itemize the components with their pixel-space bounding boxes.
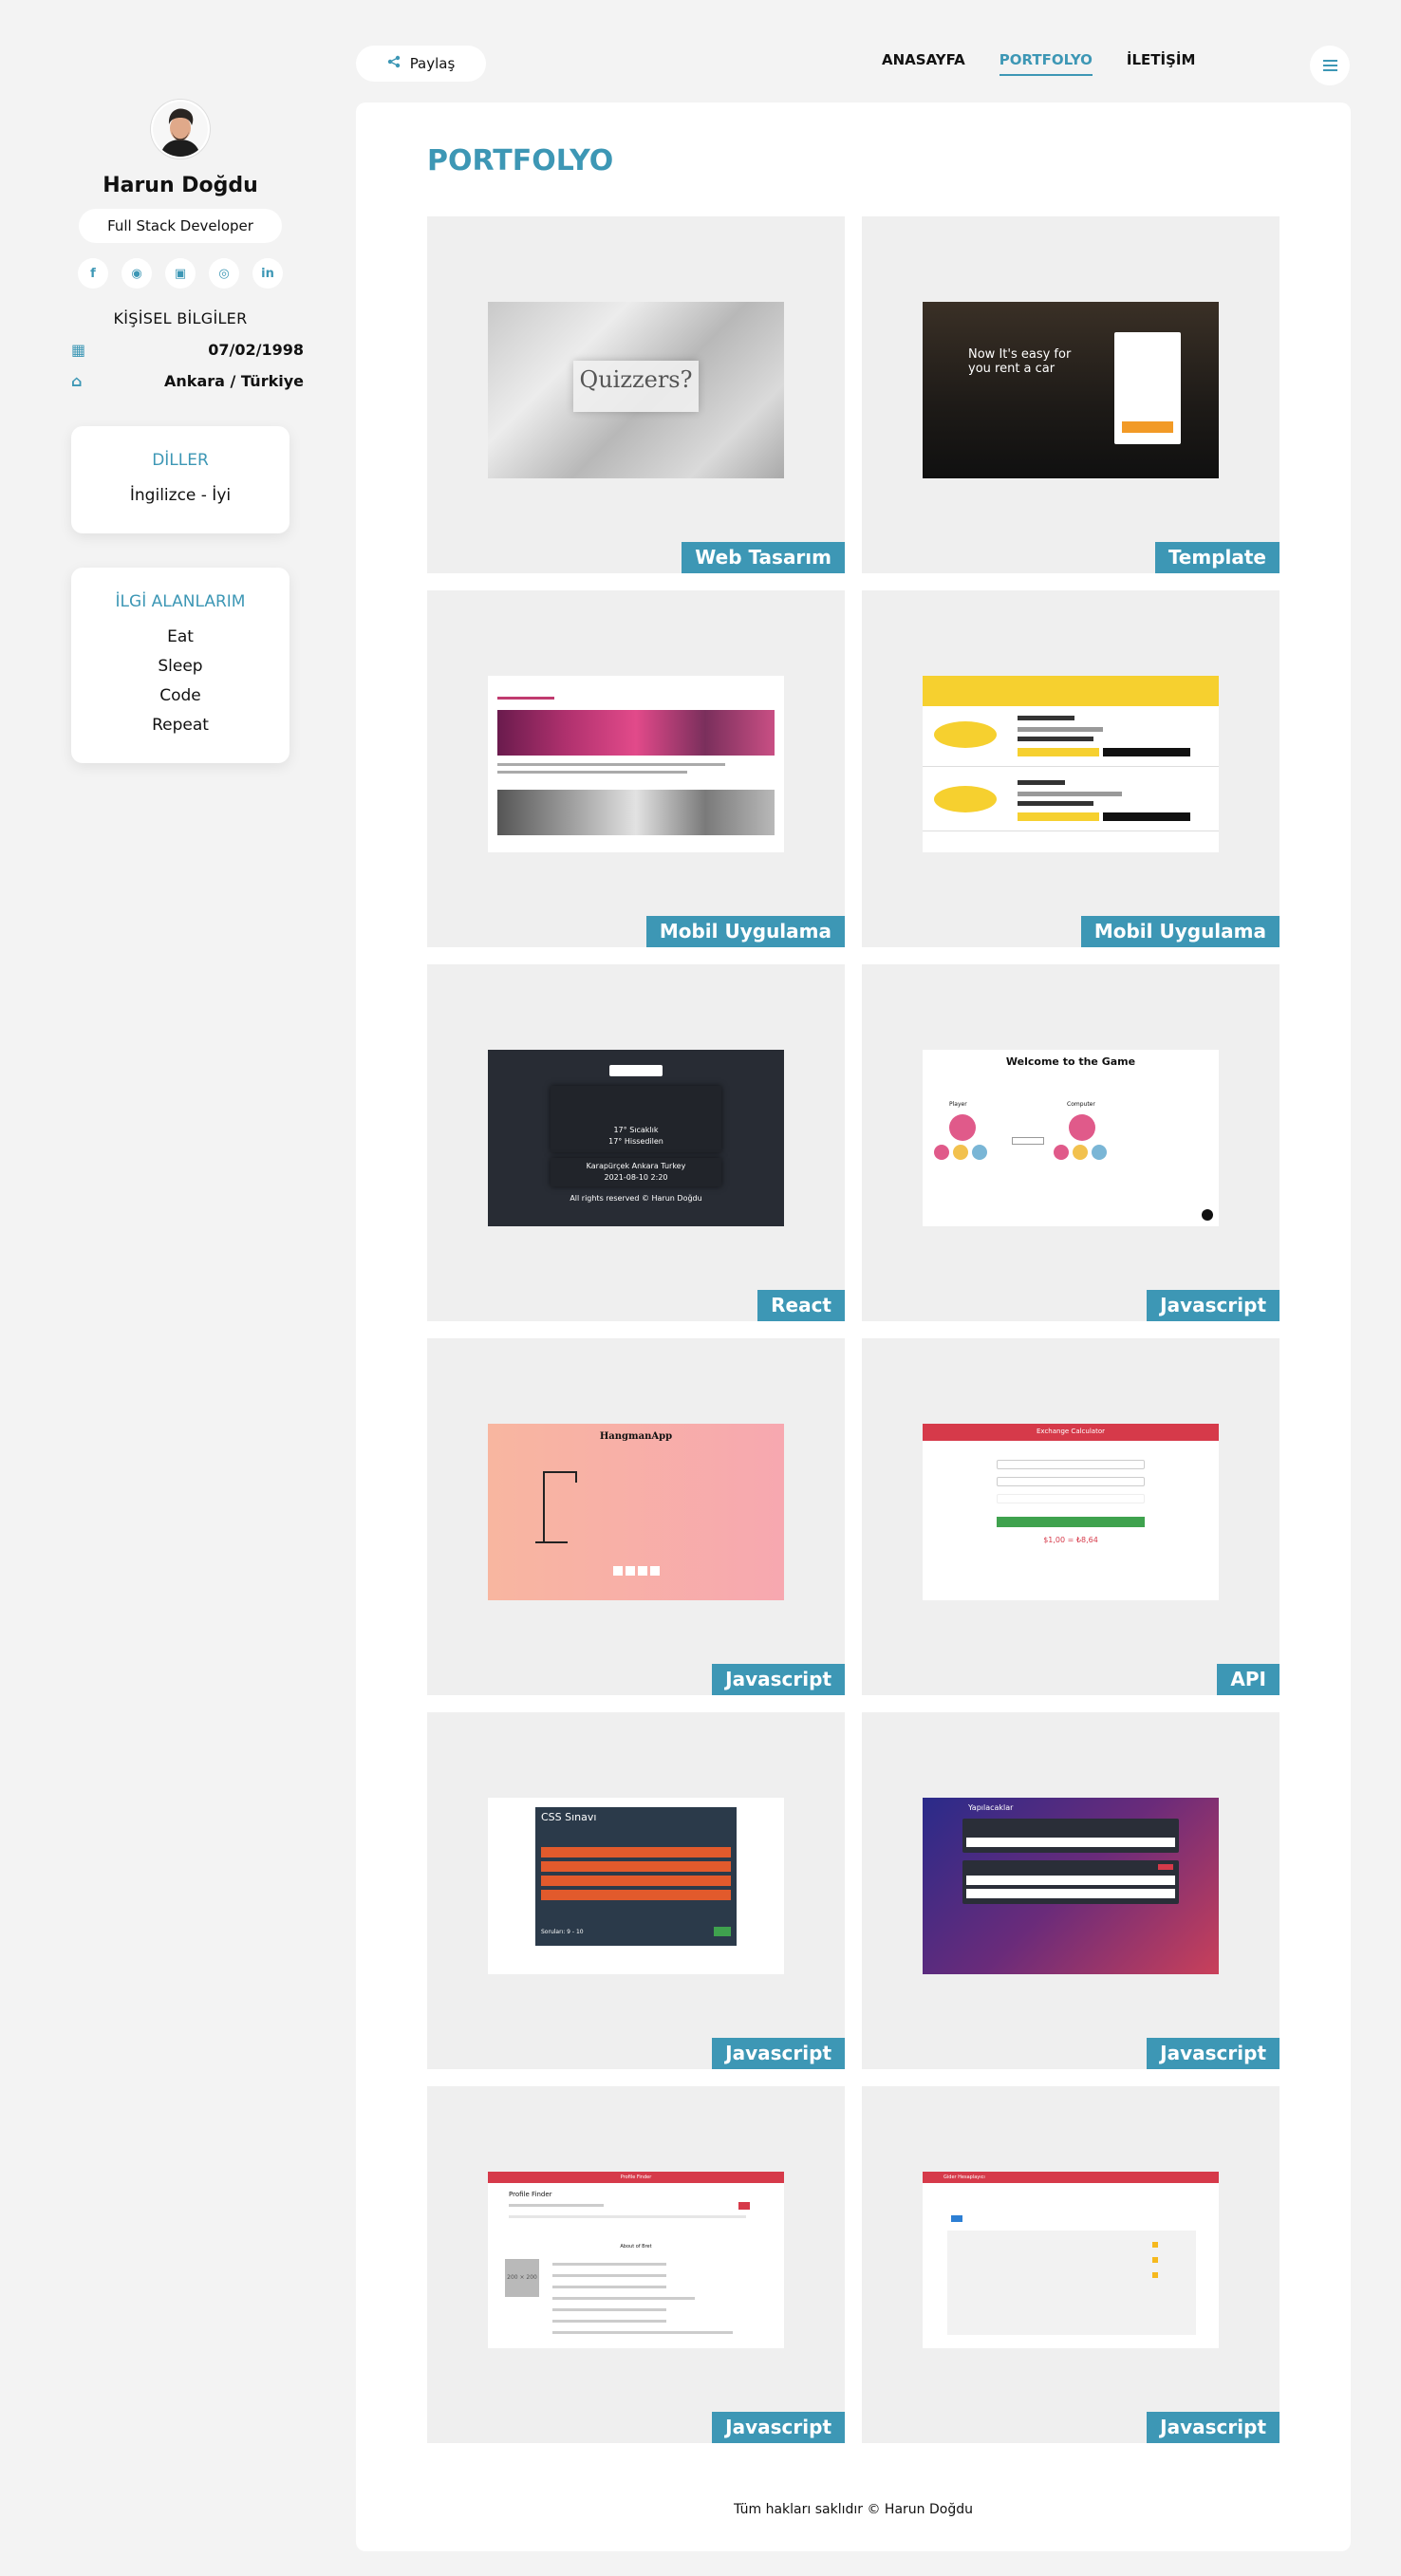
location-row: ⌂ Ankara / Türkiye (57, 372, 304, 390)
portfolio-tag: Javascript (1147, 2412, 1280, 2443)
portfolio-item[interactable]: Quizzers? Web Tasarım (427, 216, 845, 573)
birthdate-row: ▦ 07/02/1998 (57, 341, 304, 359)
quiz-logo: Quizzers? (573, 361, 699, 412)
budget-title: Gider Hesaplayıcı (943, 2175, 985, 2180)
portfolio-item[interactable]: 17° Sıcaklık 17° Hissedilen Karapürçek A… (427, 964, 845, 1321)
exchange-result: $1,00 = ₺8,64 (1043, 1536, 1098, 1544)
portfolio-item[interactable]: Mobil Uygulama (427, 590, 845, 947)
portfolio-tag: Javascript (712, 1664, 845, 1695)
share-label: Paylaş (409, 55, 456, 72)
interest-item: Sleep (158, 657, 203, 676)
interest-item: Eat (167, 627, 194, 646)
portfolio-tag: Mobil Uygulama (1080, 916, 1280, 947)
sidebar: Harun Doğdu Full Stack Developer f ◉ ▣ ◎… (57, 100, 304, 763)
weather-temp: 17° Sıcaklık (613, 1126, 659, 1134)
weather-location: Karapürçek Ankara Turkey (586, 1162, 686, 1170)
car-form (1114, 332, 1181, 444)
facebook-icon[interactable]: f (78, 258, 108, 289)
language-item: İngilizce - İyi (129, 486, 232, 505)
portfolio-tag: Web Tasarım (682, 542, 845, 573)
interest-item: Repeat (152, 716, 209, 735)
personal-info-title: KİŞİSEL BİLGİLER (113, 309, 248, 327)
profile-name: Harun Doğdu (103, 174, 258, 197)
profile-role: Full Stack Developer (79, 209, 282, 243)
project-screenshot-taxi (923, 676, 1219, 852)
hamburger-menu-icon[interactable] (1310, 46, 1350, 85)
languages-card: DİLLER İngilizce - İyi (71, 426, 290, 533)
portfolio-item[interactable]: Profile Finder Profile Finder About of B… (427, 2086, 845, 2443)
page-title: PORTFOLYO (427, 144, 614, 177)
project-screenshot-css-quiz: CSS Sınavı Soruları: 9 - 10 (488, 1798, 784, 1974)
twitter-icon[interactable]: ▣ (165, 258, 196, 289)
portfolio-item[interactable]: HangmanApp Javascript (427, 1338, 845, 1695)
avatar (151, 100, 210, 159)
footer-text: Tüm hakları saklıdır © Harun Doğdu (734, 2502, 973, 2517)
portfolio-item[interactable]: Yapılacaklar Javascript (862, 1712, 1280, 2069)
project-screenshot-weather: 17° Sıcaklık 17° Hissedilen Karapürçek A… (488, 1050, 784, 1226)
portfolio-item[interactable]: Exchange Calculator $1,00 = ₺8,64 API (862, 1338, 1280, 1695)
car-hero-text: Now It's easy for you rent a car (968, 347, 1072, 376)
portfolio-tag: Template (1154, 542, 1280, 573)
game-title: Welcome to the Game (1005, 1055, 1136, 1068)
project-screenshot-budget: Gider Hesaplayıcı (923, 2172, 1219, 2348)
pf-header-title: Profile Finder (620, 2175, 652, 2180)
portfolio-grid: Quizzers? Web Tasarım Now It's easy for … (427, 216, 1280, 2443)
css-quiz-score: Soruları: 9 - 10 (541, 1929, 584, 1935)
nav-portfolio[interactable]: PORTFOLYO (999, 51, 1093, 76)
weather-date: 2021-08-10 2:20 (604, 1173, 668, 1182)
interests-title: İLGİ ALANLARIM (115, 592, 246, 611)
portfolio-tag: Javascript (712, 2038, 845, 2069)
css-quiz-title: CSS Sınavı (541, 1811, 597, 1823)
portfolio-item[interactable]: Now It's easy for you rent a car Templat… (862, 216, 1280, 573)
languages-title: DİLLER (152, 451, 209, 470)
portfolio-tag: Mobil Uygulama (645, 916, 845, 947)
pf-title: Profile Finder (509, 2191, 552, 2198)
portfolio-item[interactable]: Gider Hesaplayıcı Javascript (862, 2086, 1280, 2443)
portfolio-item[interactable]: Mobil Uygulama (862, 590, 1280, 947)
project-screenshot-game: Welcome to the Game Player Computer (923, 1050, 1219, 1226)
portfolio-tag: Javascript (712, 2412, 845, 2443)
weather-footer: All rights reserved © Harun Doğdu (570, 1194, 702, 1203)
github-icon[interactable]: ◉ (121, 258, 152, 289)
cake-icon: ▦ (71, 341, 86, 359)
todo-title: Yapılacaklar (968, 1803, 1014, 1812)
project-screenshot-profile-finder: Profile Finder Profile Finder About of B… (488, 2172, 784, 2348)
project-screenshot-car-rental: Now It's easy for you rent a car (923, 302, 1219, 478)
birthdate-value: 07/02/1998 (208, 341, 304, 359)
project-screenshot-exchange: Exchange Calculator $1,00 = ₺8,64 (923, 1424, 1219, 1600)
avatar-illustration (153, 102, 208, 157)
portfolio-item[interactable]: CSS Sınavı Soruları: 9 - 10 Javascript (427, 1712, 845, 2069)
nav-contact[interactable]: İLETİŞİM (1127, 51, 1196, 76)
portfolio-tag: React (757, 1290, 845, 1321)
weather-feel: 17° Hissedilen (608, 1137, 663, 1146)
portfolio-item[interactable]: Welcome to the Game Player Computer Java… (862, 964, 1280, 1321)
social-links: f ◉ ▣ ◎ in (57, 258, 304, 289)
nav-home[interactable]: ANASAYFA (882, 51, 965, 76)
project-screenshot-quiz: Quizzers? (488, 302, 784, 478)
portfolio-panel: PORTFOLYO Quizzers? Web Tasarım Now It's… (356, 103, 1351, 2551)
project-screenshot-mobile-feed (488, 676, 784, 852)
portfolio-tag: Javascript (1147, 1290, 1280, 1321)
project-screenshot-todo: Yapılacaklar (923, 1798, 1219, 1974)
game-player-label: Player (949, 1101, 967, 1108)
project-screenshot-hangman: HangmanApp (488, 1424, 784, 1600)
exchange-title: Exchange Calculator (1037, 1428, 1105, 1435)
share-icon (387, 55, 401, 72)
linkedin-icon[interactable]: in (252, 258, 283, 289)
pf-about: About of Bret (620, 2244, 652, 2249)
interests-card: İLGİ ALANLARIM Eat Sleep Code Repeat (71, 568, 290, 763)
interest-item: Code (159, 686, 201, 705)
portfolio-tag: Javascript (1147, 2038, 1280, 2069)
game-computer-label: Computer (1067, 1101, 1095, 1108)
home-icon: ⌂ (71, 372, 83, 390)
pf-placeholder-image: 200 × 200 (505, 2259, 539, 2297)
portfolio-tag: API (1217, 1664, 1280, 1695)
hangman-title: HangmanApp (599, 1431, 673, 1442)
main-nav: ANASAYFA PORTFOLYO İLETİŞİM (882, 51, 1195, 76)
instagram-icon[interactable]: ◎ (209, 258, 239, 289)
share-button[interactable]: Paylaş (356, 46, 486, 82)
location-value: Ankara / Türkiye (164, 372, 304, 390)
